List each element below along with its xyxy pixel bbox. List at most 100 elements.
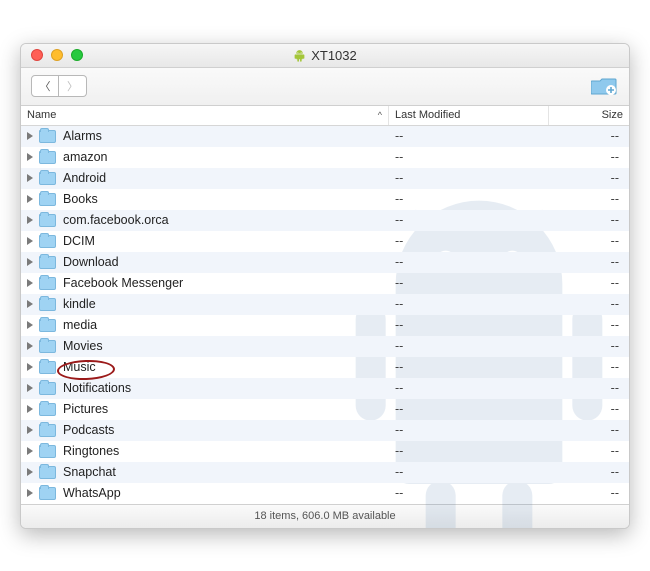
- column-name[interactable]: Name ^: [21, 106, 389, 125]
- cell-name: Facebook Messenger: [21, 276, 389, 290]
- cell-size: --: [549, 150, 629, 164]
- table-row[interactable]: DCIM----: [21, 231, 629, 252]
- table-row[interactable]: Snapchat ----: [21, 462, 629, 483]
- disclosure-triangle-icon[interactable]: [27, 363, 33, 371]
- item-name: Snapchat: [63, 465, 116, 479]
- column-size[interactable]: Size: [549, 106, 629, 125]
- cell-size: --: [549, 402, 629, 416]
- folder-icon: [39, 487, 56, 500]
- cell-size: --: [549, 234, 629, 248]
- cell-name: Ringtones: [21, 444, 389, 458]
- nav-segment: 〈 〉: [31, 75, 87, 97]
- cell-size: --: [549, 276, 629, 290]
- disclosure-triangle-icon[interactable]: [27, 447, 33, 455]
- cell-modified: --: [389, 360, 549, 374]
- cell-name: Movies: [21, 339, 389, 353]
- disclosure-triangle-icon[interactable]: [27, 279, 33, 287]
- cell-modified: --: [389, 339, 549, 353]
- disclosure-triangle-icon[interactable]: [27, 300, 33, 308]
- disclosure-triangle-icon[interactable]: [27, 405, 33, 413]
- folder-icon: [39, 319, 56, 332]
- cell-size: --: [549, 129, 629, 143]
- disclosure-triangle-icon[interactable]: [27, 384, 33, 392]
- disclosure-triangle-icon[interactable]: [27, 468, 33, 476]
- table-row[interactable]: Podcasts----: [21, 420, 629, 441]
- disclosure-triangle-icon[interactable]: [27, 153, 33, 161]
- table-row[interactable]: amazon----: [21, 147, 629, 168]
- disclosure-triangle-icon[interactable]: [27, 342, 33, 350]
- item-name: amazon: [63, 150, 107, 164]
- disclosure-triangle-icon[interactable]: [27, 489, 33, 497]
- item-name: kindle: [63, 297, 96, 311]
- table-row[interactable]: Facebook Messenger----: [21, 273, 629, 294]
- sort-indicator-icon: ^: [378, 110, 382, 120]
- back-button[interactable]: 〈: [31, 75, 59, 97]
- table-row[interactable]: media----: [21, 315, 629, 336]
- cell-name: amazon: [21, 150, 389, 164]
- table-row[interactable]: Ringtones----: [21, 441, 629, 462]
- cell-size: --: [549, 465, 629, 479]
- cell-name: Notifications: [21, 381, 389, 395]
- item-name: Alarms: [63, 129, 102, 143]
- table-row[interactable]: Movies ----: [21, 336, 629, 357]
- folder-icon: [39, 130, 56, 143]
- folder-icon: [39, 382, 56, 395]
- cell-modified: --: [389, 465, 549, 479]
- table-row[interactable]: Download----: [21, 252, 629, 273]
- column-modified[interactable]: Last Modified: [389, 106, 549, 125]
- item-name: media: [63, 318, 97, 332]
- table-row[interactable]: WhatsApp----: [21, 483, 629, 504]
- disclosure-triangle-icon[interactable]: [27, 216, 33, 224]
- minimize-button[interactable]: [51, 49, 63, 61]
- cell-modified: --: [389, 171, 549, 185]
- column-headers: Name ^ Last Modified Size: [21, 106, 629, 126]
- cell-name: com.facebook.orca: [21, 213, 389, 227]
- table-row[interactable]: Books----: [21, 189, 629, 210]
- table-row[interactable]: kindle ----: [21, 294, 629, 315]
- titlebar[interactable]: XT1032: [21, 44, 629, 68]
- cell-size: --: [549, 297, 629, 311]
- disclosure-triangle-icon[interactable]: [27, 132, 33, 140]
- table-row[interactable]: Alarms----: [21, 126, 629, 147]
- disclosure-triangle-icon[interactable]: [27, 321, 33, 329]
- cell-modified: --: [389, 276, 549, 290]
- cell-name: Pictures: [21, 402, 389, 416]
- zoom-button[interactable]: [71, 49, 83, 61]
- disclosure-triangle-icon[interactable]: [27, 426, 33, 434]
- item-name: Notifications: [63, 381, 131, 395]
- item-name: Ringtones: [63, 444, 119, 458]
- table-row[interactable]: Android----: [21, 168, 629, 189]
- disclosure-triangle-icon[interactable]: [27, 258, 33, 266]
- cell-modified: --: [389, 486, 549, 500]
- table-row[interactable]: Pictures----: [21, 399, 629, 420]
- folder-icon: [39, 277, 56, 290]
- android-icon: [293, 49, 306, 62]
- cell-size: --: [549, 339, 629, 353]
- disclosure-triangle-icon[interactable]: [27, 195, 33, 203]
- table-row[interactable]: com.facebook.orca----: [21, 210, 629, 231]
- close-button[interactable]: [31, 49, 43, 61]
- cell-name: Alarms: [21, 129, 389, 143]
- cell-name: Books: [21, 192, 389, 206]
- folder-icon: [39, 340, 56, 353]
- table-row[interactable]: Notifications----: [21, 378, 629, 399]
- new-folder-button[interactable]: [589, 75, 619, 97]
- cell-name: kindle: [21, 297, 389, 311]
- cell-size: --: [549, 192, 629, 206]
- cell-modified: --: [389, 255, 549, 269]
- item-name: Download: [63, 255, 119, 269]
- item-name: Books: [63, 192, 98, 206]
- status-bar: 18 items, 606.0 MB available: [21, 504, 629, 528]
- cell-name: DCIM: [21, 234, 389, 248]
- item-name: Music: [63, 360, 96, 374]
- disclosure-triangle-icon[interactable]: [27, 174, 33, 182]
- table-row[interactable]: Music----: [21, 357, 629, 378]
- folder-icon: [39, 361, 56, 374]
- item-name: Movies: [63, 339, 103, 353]
- forward-button[interactable]: 〉: [59, 75, 87, 97]
- window-title-wrap: XT1032: [21, 48, 629, 63]
- cell-name: Podcasts: [21, 423, 389, 437]
- cell-modified: --: [389, 297, 549, 311]
- finder-window: XT1032 〈 〉 Name ^ Last Modified Size: [20, 43, 630, 529]
- disclosure-triangle-icon[interactable]: [27, 237, 33, 245]
